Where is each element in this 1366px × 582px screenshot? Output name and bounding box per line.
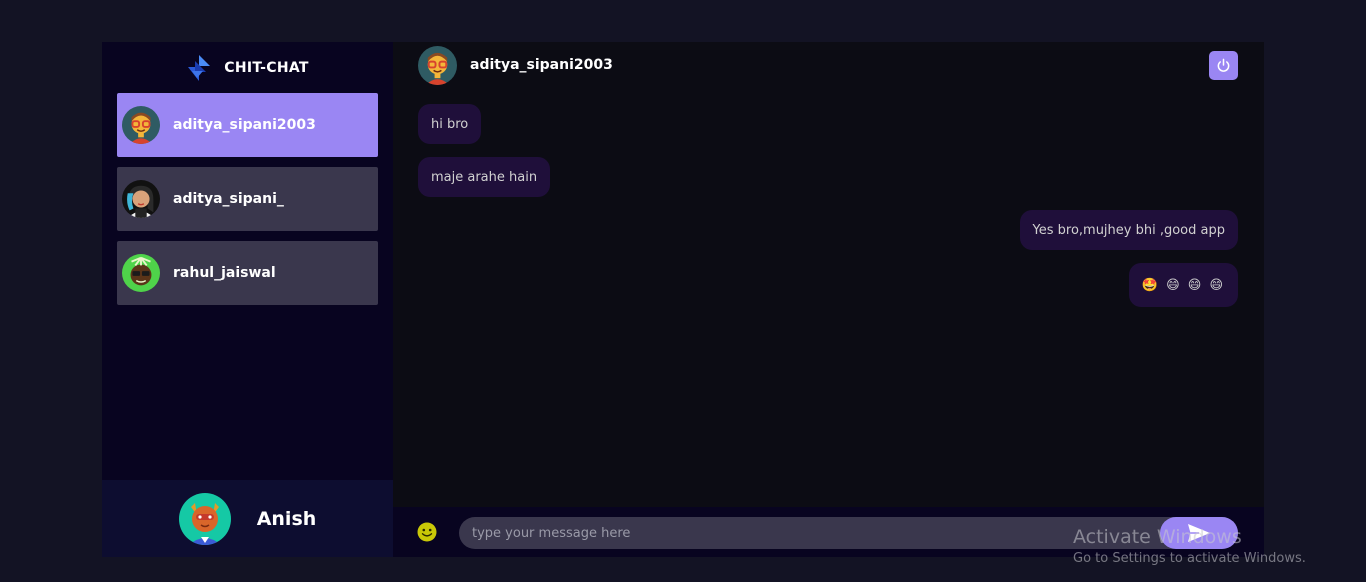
- current-username: Anish: [256, 507, 317, 530]
- nerd-avatar-icon: [122, 106, 160, 144]
- message-row-received: maje arahe hain: [418, 157, 1238, 197]
- message-row-received: hi bro: [418, 104, 1238, 144]
- contact-username: aditya_sipani2003: [173, 117, 316, 133]
- chat-panel: aditya_sipani2003 hi bro maje arahe hain…: [393, 42, 1264, 557]
- contact-username: rahul_jaiswal: [173, 265, 276, 281]
- chat-app: CHIT-CHAT aditya_sipani2003 aditya_sipan…: [102, 42, 1264, 557]
- contact-item-aditya-sipani[interactable]: aditya_sipani_: [117, 167, 378, 231]
- woman-avatar-icon: [122, 180, 160, 218]
- watermark-title: Activate Windows: [1073, 526, 1242, 548]
- message-bubble: maje arahe hain: [418, 157, 551, 197]
- logout-button[interactable]: [1209, 51, 1238, 80]
- current-user-panel: Anish: [102, 480, 393, 557]
- contact-item-rahul-jaiswal[interactable]: rahul_jaiswal: [117, 241, 378, 305]
- chat-header-username: aditya_sipani2003: [470, 57, 613, 73]
- cat-avatar-icon: [178, 492, 231, 545]
- contacts-sidebar: CHIT-CHAT aditya_sipani2003 aditya_sipan…: [102, 42, 393, 557]
- watermark-subtitle: Go to Settings to activate Windows.: [1073, 551, 1306, 566]
- message-row-sent: 🤩 😄 😄 😄: [418, 263, 1238, 307]
- power-icon: [1217, 58, 1230, 72]
- brand-name: CHIT-CHAT: [224, 59, 309, 76]
- brand: CHIT-CHAT: [102, 42, 393, 93]
- nerd-avatar-icon: [418, 45, 457, 85]
- message-row-sent: Yes bro,mujhey bhi ,good app: [418, 210, 1238, 250]
- message-bubble: hi bro: [418, 104, 482, 144]
- contact-list: aditya_sipani2003 aditya_sipani_ rahul_j…: [102, 93, 393, 305]
- emoji-picker-icon[interactable]: [417, 522, 437, 542]
- message-list: hi bro maje arahe hain Yes bro,mujhey bh…: [418, 104, 1238, 320]
- contact-username: aditya_sipani_: [173, 191, 284, 207]
- contact-item-aditya-sipani2003[interactable]: aditya_sipani2003: [117, 93, 378, 157]
- message-bubble: Yes bro,mujhey bhi ,good app: [1019, 210, 1238, 250]
- palm-avatar-icon: [122, 254, 160, 292]
- brand-logo-icon: [188, 54, 211, 81]
- message-input[interactable]: [459, 525, 1160, 541]
- message-bubble-emoji: 🤩 😄 😄 😄: [1128, 263, 1238, 307]
- chat-header: aditya_sipani2003: [393, 42, 1264, 88]
- windows-activation-watermark: Activate Windows Go to Settings to activ…: [1073, 526, 1306, 566]
